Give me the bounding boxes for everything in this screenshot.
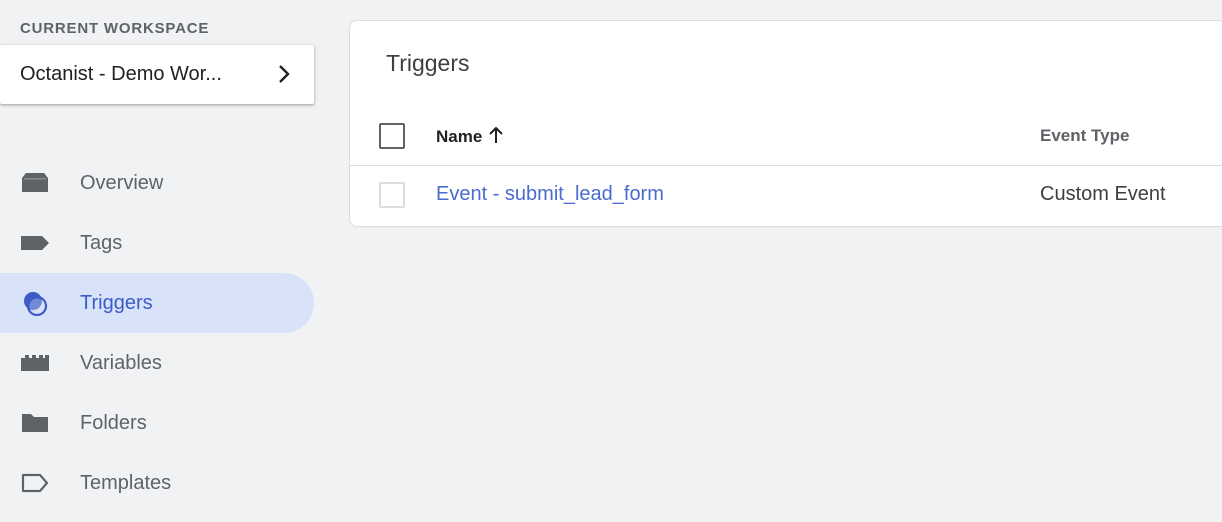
sidebar: CURRENT WORKSPACE Octanist - Demo Wor...… (0, 0, 320, 522)
sidebar-item-label: Folders (80, 412, 147, 434)
sidebar-item-label: Variables (80, 352, 162, 374)
sidebar-item-triggers[interactable]: Triggers (0, 273, 314, 333)
folder-icon (22, 414, 48, 432)
tag-icon (21, 236, 49, 250)
page-title: Triggers (386, 50, 470, 76)
sidebar-item-overview[interactable]: Overview (0, 153, 314, 213)
triggers-card: Triggers Name Event Type Event - submit_… (349, 20, 1222, 227)
column-header-name[interactable]: Name (436, 126, 504, 147)
chevron-right-icon (279, 65, 290, 83)
arrow-up-icon (489, 126, 504, 143)
overview-icon (22, 173, 48, 192)
variables-icon (21, 355, 49, 371)
column-header-name-label: Name (436, 127, 483, 146)
template-icon (21, 473, 49, 493)
sidebar-item-label: Tags (80, 232, 123, 254)
sidebar-item-variables[interactable]: Variables (0, 333, 314, 393)
row-checkbox[interactable] (379, 182, 405, 208)
trigger-event-type: Custom Event (1040, 183, 1166, 205)
trigger-icon (24, 292, 48, 316)
workspace-selector[interactable]: Octanist - Demo Wor... (0, 45, 314, 104)
workspace-name: Octanist - Demo Wor... (20, 63, 222, 85)
sidebar-item-tags[interactable]: Tags (0, 213, 314, 273)
table-header: Name Event Type (350, 109, 1222, 166)
sidebar-item-folders[interactable]: Folders (0, 393, 314, 453)
table-row: Event - submit_lead_form Custom Event (350, 166, 1222, 226)
workspace-label: CURRENT WORKSPACE (20, 20, 210, 37)
trigger-name-link[interactable]: Event - submit_lead_form (436, 183, 664, 206)
select-all-checkbox[interactable] (379, 123, 405, 149)
sidebar-item-label: Triggers (80, 292, 153, 314)
sidebar-item-label: Overview (80, 172, 164, 194)
column-header-event-type[interactable]: Event Type (1040, 126, 1129, 146)
sidebar-item-label: Templates (80, 472, 172, 494)
sidebar-item-templates[interactable]: Templates (0, 453, 314, 513)
